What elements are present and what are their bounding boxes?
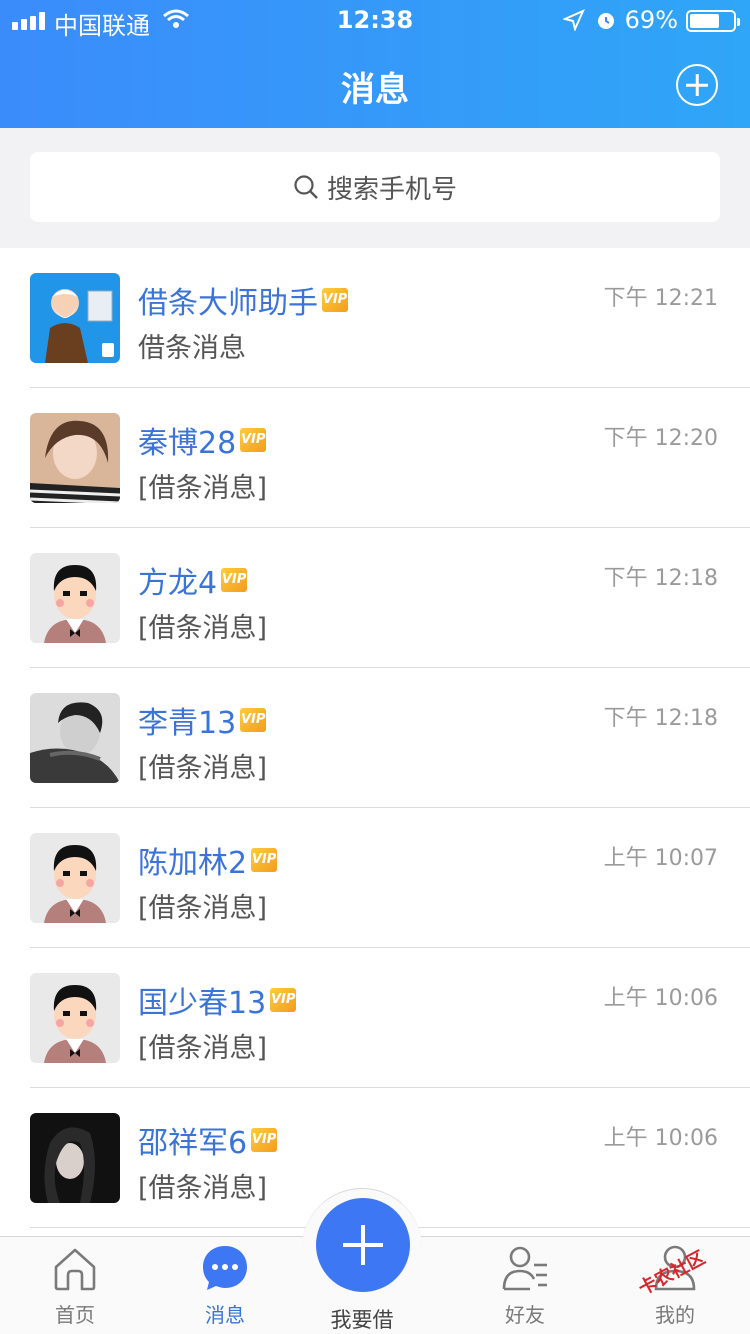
tab-messages[interactable]: 消息 <box>165 1243 285 1328</box>
header: 中国联通 12:38 69% 消息 <box>0 0 750 128</box>
contact-name: 秦博28 <box>138 426 237 461</box>
default-avatar <box>30 973 120 1063</box>
vip-badge-icon: VIP <box>240 428 267 452</box>
contact-name: 陈加林2 <box>138 846 248 881</box>
alarm-icon <box>598 13 614 29</box>
contact-name: 方龙4 <box>138 566 218 601</box>
add-circle-icon[interactable] <box>676 64 718 106</box>
message-time: 下午 12:20 <box>603 426 718 451</box>
tab-home[interactable]: 首页 <box>15 1243 135 1328</box>
message-time: 上午 10:06 <box>603 986 718 1011</box>
message-preview: [借条消息] <box>138 1033 268 1064</box>
contact-name: 国少春13 <box>138 986 267 1021</box>
tab-borrow-label: 我要借 <box>330 1308 394 1332</box>
vip-badge-icon: VIP <box>240 708 267 732</box>
message-time: 上午 10:07 <box>603 846 718 871</box>
message-preview: [借条消息] <box>138 473 268 504</box>
message-preview: [借条消息] <box>138 1173 268 1204</box>
vip-badge-icon: VIP <box>251 1128 278 1152</box>
battery-icon <box>686 10 740 32</box>
search-area: 搜索手机号 <box>0 128 750 248</box>
plus-icon[interactable] <box>316 1198 410 1292</box>
message-time: 下午 12:18 <box>603 566 718 591</box>
search-icon <box>294 175 318 199</box>
photo-avatar <box>30 413 120 503</box>
message-row[interactable]: 借条大师助手 VIP 下午 12:21 借条消息 <box>0 248 750 388</box>
message-preview: [借条消息] <box>138 613 268 644</box>
contact-name: 借条大师助手 <box>138 286 318 321</box>
tab-label: 首页 <box>55 1303 95 1327</box>
message-list: 借条大师助手 VIP 下午 12:21 借条消息 秦博28 VIP 下午 12:… <box>0 248 750 1236</box>
message-row[interactable]: 秦博28 VIP 下午 12:20 [借条消息] <box>0 388 750 528</box>
vip-badge-icon: VIP <box>221 568 248 592</box>
battery-fill <box>690 14 719 28</box>
message-row[interactable]: 国少春13 VIP 上午 10:06 [借条消息] <box>0 948 750 1088</box>
photo-avatar <box>30 1113 120 1203</box>
tab-label: 消息 <box>205 1303 245 1327</box>
page-title: 消息 <box>341 70 409 110</box>
location-icon <box>563 9 585 31</box>
assistant-avatar <box>30 273 120 363</box>
photo-avatar <box>30 693 120 783</box>
battery-percent: 69% <box>624 6 678 34</box>
default-avatar <box>30 833 120 923</box>
chat-icon <box>203 1246 247 1290</box>
message-row[interactable]: 李青13 VIP 下午 12:18 [借条消息] <box>0 668 750 808</box>
tab-friends[interactable]: 好友 <box>465 1243 585 1328</box>
search-input[interactable]: 搜索手机号 <box>30 152 720 222</box>
home-icon <box>54 1248 96 1291</box>
message-time: 上午 10:06 <box>603 1126 718 1151</box>
contact-name: 李青13 <box>138 706 237 741</box>
message-preview: 借条消息 <box>138 333 246 364</box>
default-avatar <box>30 553 120 643</box>
vip-badge-icon: VIP <box>270 988 297 1012</box>
search-placeholder: 搜索手机号 <box>326 174 457 205</box>
message-preview: [借条消息] <box>138 893 268 924</box>
message-time: 下午 12:18 <box>603 706 718 731</box>
message-row[interactable]: 方龙4 VIP 下午 12:18 [借条消息] <box>0 528 750 668</box>
friends-icon <box>502 1246 547 1291</box>
vip-badge-icon: VIP <box>322 288 348 312</box>
message-row[interactable]: 陈加林2 VIP 上午 10:07 [借条消息] <box>0 808 750 948</box>
tab-label: 好友 <box>505 1303 545 1327</box>
vip-badge-icon: VIP <box>251 848 278 872</box>
status-bar: 中国联通 12:38 69% <box>0 0 750 40</box>
message-time: 下午 12:21 <box>603 286 718 311</box>
contact-name: 邵祥军6 <box>138 1126 248 1161</box>
message-preview: [借条消息] <box>138 753 268 784</box>
